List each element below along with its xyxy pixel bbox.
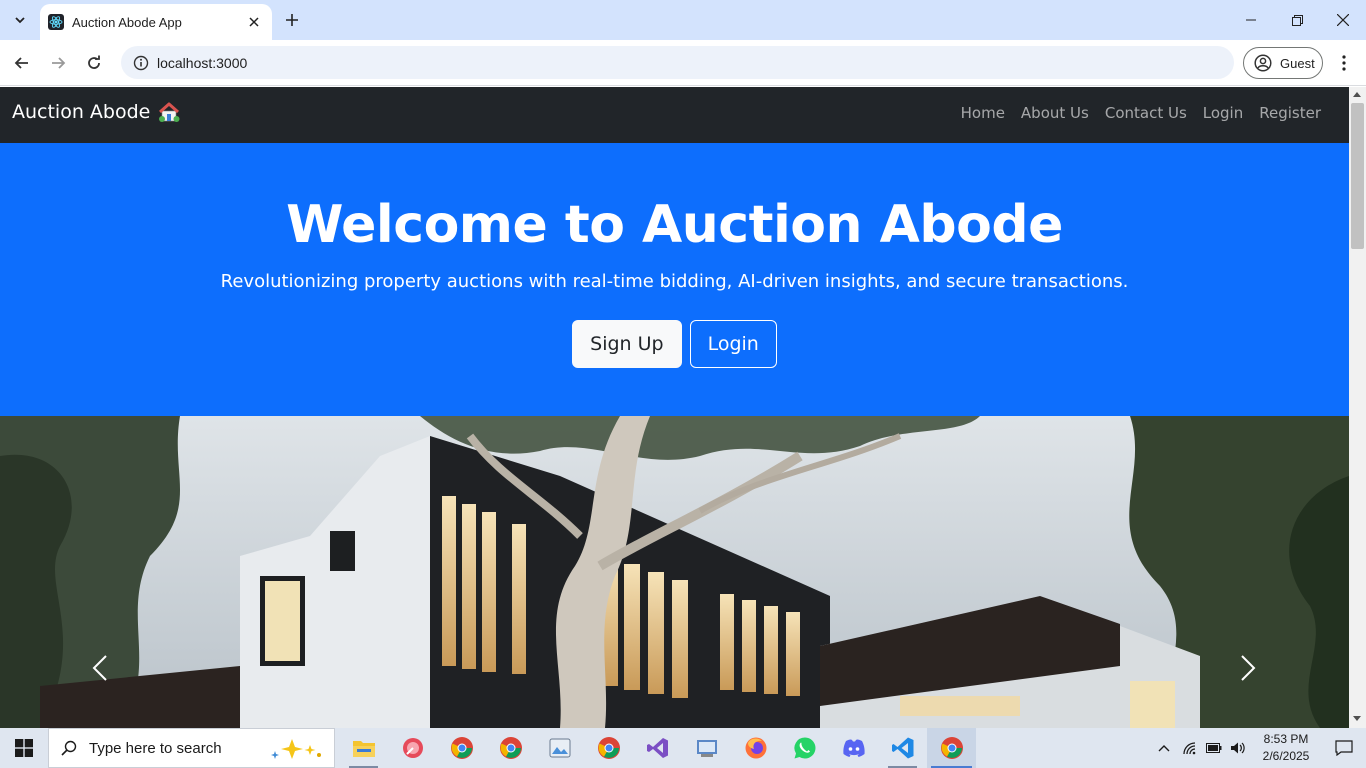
chevron-down-icon [15,17,25,24]
volume-icon[interactable] [1226,728,1250,768]
profile-label: Guest [1280,55,1315,71]
wifi-icon[interactable] [1178,728,1202,768]
window-controls [1228,0,1366,40]
tab-title: Auction Abode App [72,14,182,30]
firefox-icon[interactable] [731,728,780,768]
browser-tab-active[interactable]: Auction Abode App [40,4,272,40]
sign-up-button[interactable]: Sign Up [572,320,682,368]
more-vertical-icon [1342,55,1346,71]
nav-link-login[interactable]: Login [1195,104,1251,122]
chevron-left-icon [92,655,107,681]
nav-link-register[interactable]: Register [1251,104,1329,122]
carousel-house-image [0,416,1349,728]
nav-link-about[interactable]: About Us [1013,104,1097,122]
address-bar[interactable]: localhost:3000 [121,46,1234,79]
browser-toolbar: localhost:3000 Guest [0,40,1366,86]
page-scrollbar[interactable] [1349,87,1366,728]
brand-name: Auction Abode [12,101,151,123]
nav-link-home[interactable]: Home [953,104,1013,122]
page-viewport: Auction Abode Home About Us Contact Us L… [0,87,1349,728]
arrow-left-icon [14,57,28,69]
taskbar-search-box[interactable]: Type here to search [48,728,335,768]
visual-studio-icon[interactable] [633,728,682,768]
tab-close-icon[interactable] [244,12,264,32]
notifications-button[interactable] [1322,728,1366,768]
site-navbar: Auction Abode Home About Us Contact Us L… [0,87,1349,143]
search-icon [61,740,77,756]
forward-button[interactable] [44,49,72,77]
scroll-up-icon[interactable] [1353,92,1361,97]
carousel-prev-button[interactable] [80,648,120,688]
file-explorer-icon[interactable] [339,728,388,768]
restore-icon [1291,14,1303,26]
close-icon [1337,14,1349,26]
account-circle-icon [1254,54,1272,72]
search-placeholder: Type here to search [89,739,222,757]
navbar-brand[interactable]: Auction Abode [12,101,180,123]
system-tray: 8:53 PM 2/6/2025 [1150,728,1366,768]
snipping-app-icon[interactable] [388,728,437,768]
clock-date: 2/6/2025 [1262,749,1310,763]
minimize-button[interactable] [1228,0,1274,40]
taskbar-clock[interactable]: 8:53 PM 2/6/2025 [1250,731,1322,765]
whatsapp-icon[interactable] [780,728,829,768]
vscode-icon[interactable] [878,728,927,768]
reload-icon [88,55,100,69]
chrome-icon[interactable] [486,728,535,768]
show-hidden-icons-icon[interactable] [1150,728,1178,768]
clock-time: 8:53 PM [1263,732,1309,746]
discord-icon[interactable] [829,728,878,768]
browser-tab-strip: Auction Abode App [0,0,1366,40]
photos-app-icon[interactable] [535,728,584,768]
hero-buttons: Sign Up Login [0,320,1349,368]
hero-subtitle: Revolutionizing property auctions with r… [220,271,1129,292]
keyboard-app-icon[interactable] [682,728,731,768]
back-button[interactable] [8,49,36,77]
login-button[interactable]: Login [689,320,777,368]
plus-icon [286,14,298,26]
chevron-right-icon [1241,655,1256,681]
tab-search-button[interactable] [6,6,34,34]
site-info-icon[interactable] [125,55,157,71]
property-carousel [0,416,1349,728]
new-tab-button[interactable] [280,8,304,32]
chrome-profile-two-icon[interactable] [584,728,633,768]
taskbar-apps [339,728,976,768]
chrome-active-icon[interactable] [927,728,976,768]
windows-logo-icon [15,739,33,757]
hero-title: Welcome to Auction Abode [286,195,1063,255]
hero-section: Welcome to Auction Abode Revolutionizing… [0,143,1349,416]
scroll-down-icon[interactable] [1353,716,1361,721]
close-window-button[interactable] [1320,0,1366,40]
arrow-right-icon [52,57,66,69]
carousel-next-button[interactable] [1228,648,1268,688]
start-button[interactable] [0,728,48,768]
chrome-profile-icon[interactable] [437,728,486,768]
browser-menu-button[interactable] [1332,49,1356,77]
house-emoji-icon [158,101,180,123]
battery-icon[interactable] [1202,728,1226,768]
minimize-icon [1246,19,1256,21]
navbar-links: Home About Us Contact Us Login Register [953,104,1329,122]
profile-button[interactable]: Guest [1243,47,1323,79]
scroll-thumb[interactable] [1351,103,1364,249]
react-favicon-icon [48,14,64,30]
reload-button[interactable] [80,49,108,77]
nav-link-contact[interactable]: Contact Us [1097,104,1195,122]
sparkle-icon [271,739,321,759]
notification-icon [1335,740,1353,756]
restore-button[interactable] [1274,0,1320,40]
windows-taskbar: Type here to search 8:53 PM 2/6/2025 [0,728,1366,768]
url-text: localhost:3000 [157,54,248,71]
